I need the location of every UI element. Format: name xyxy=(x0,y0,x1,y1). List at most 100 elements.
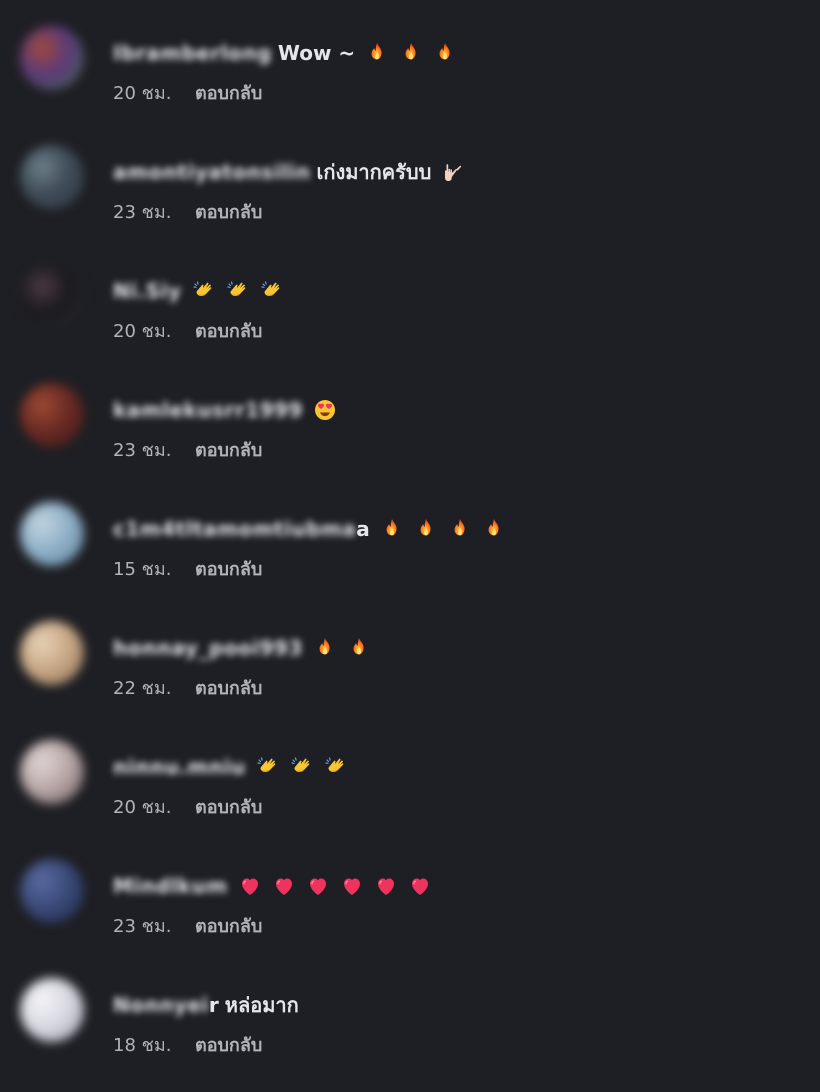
comment-timestamp[interactable]: 23 ชม. xyxy=(113,197,195,226)
heart-icon xyxy=(408,874,432,898)
comment-timestamp[interactable]: 18 ชม. xyxy=(113,1030,195,1059)
fire-icon xyxy=(365,41,389,65)
fire-icon xyxy=(414,517,438,541)
comment-username[interactable]: honnay_pooi993 xyxy=(113,636,303,660)
comment-emojis xyxy=(441,160,465,184)
comment-meta: 20 ชม. ตอบกลับ xyxy=(113,792,348,821)
comment-item: c1m4tltamomtiubma a 15 ชม. ตอบกลับ xyxy=(0,496,820,606)
comment-item: Ni.Siy 20 ชม. ตอบกลับ xyxy=(0,258,820,368)
avatar[interactable] xyxy=(20,740,84,804)
comment-meta: 23 ชม. ตอบกลับ xyxy=(113,435,337,464)
heart-eyes-icon xyxy=(313,398,337,422)
comment-username[interactable]: Ni.Siy xyxy=(113,279,182,303)
comment-timestamp[interactable]: 20 ชม. xyxy=(113,792,195,821)
comment-content: Ibramberlong Wow ~ 20 ชม. ตอบกลับ xyxy=(113,36,457,107)
comment-timestamp[interactable]: 15 ชม. xyxy=(113,554,195,583)
comment-meta: 23 ชม. ตอบกลับ xyxy=(113,197,465,226)
comment-username[interactable]: c1m4tltamomtiubma xyxy=(113,517,356,541)
avatar[interactable] xyxy=(20,502,84,566)
comment-username[interactable]: Ibramberlong xyxy=(113,41,272,65)
reply-button[interactable]: ตอบกลับ xyxy=(195,78,262,107)
clap-icon xyxy=(290,755,314,779)
avatar[interactable] xyxy=(20,621,84,685)
heart-icon xyxy=(306,874,330,898)
reply-button[interactable]: ตอบกลับ xyxy=(195,1030,262,1059)
comment-timestamp[interactable]: 23 ชม. xyxy=(113,435,195,464)
rock-hand-icon xyxy=(441,160,465,184)
fire-icon xyxy=(347,636,371,660)
comment-timestamp[interactable]: 22 ชม. xyxy=(113,673,195,702)
avatar[interactable] xyxy=(20,264,84,328)
clap-icon xyxy=(324,755,348,779)
avatar[interactable] xyxy=(20,26,84,90)
comment-content: honnay_pooi993 22 ชม. ตอบกลับ xyxy=(113,631,371,702)
comment-body: c1m4tltamomtiubma a xyxy=(113,512,506,546)
avatar[interactable] xyxy=(20,383,84,447)
reply-button[interactable]: ตอบกลับ xyxy=(195,792,262,821)
comment-content: Nonnyei r หล่อมาก 18 ชม. ตอบกลับ xyxy=(113,988,299,1059)
reply-button[interactable]: ตอบกลับ xyxy=(195,435,262,464)
comment-username-tail[interactable]: a xyxy=(356,517,370,541)
reply-button[interactable]: ตอบกลับ xyxy=(195,911,262,940)
avatar[interactable] xyxy=(20,145,84,209)
comment-emojis xyxy=(380,517,506,541)
comment-emojis xyxy=(365,41,457,65)
comment-meta: 20 ชม. ตอบกลับ xyxy=(113,316,284,345)
comment-text: หล่อมาก xyxy=(224,993,299,1017)
comment-body: Ni.Siy xyxy=(113,274,284,308)
comment-meta: 23 ชม. ตอบกลับ xyxy=(113,911,432,940)
comment-emojis xyxy=(192,279,284,303)
avatar[interactable] xyxy=(20,978,84,1042)
comment-item: kamlekusrr1999 23 ชม. ตอบกลับ xyxy=(0,377,820,487)
comment-body: honnay_pooi993 xyxy=(113,631,371,665)
heart-icon xyxy=(272,874,296,898)
comment-username[interactable]: Mindlkum xyxy=(113,874,228,898)
reply-button[interactable]: ตอบกลับ xyxy=(195,316,262,345)
clap-icon xyxy=(226,279,250,303)
comment-timestamp[interactable]: 20 ชม. xyxy=(113,316,195,345)
comment-emojis xyxy=(256,755,348,779)
fire-icon xyxy=(433,41,457,65)
comment-item: amontiyatonsilin เก่งมากครับบ 23 ชม. ตอบกลั… xyxy=(0,139,820,249)
clap-icon xyxy=(192,279,216,303)
fire-icon xyxy=(399,41,423,65)
comment-body: ninnu.mniu xyxy=(113,750,348,784)
comment-body: Nonnyei r หล่อมาก xyxy=(113,988,299,1022)
comment-content: Ni.Siy 20 ชม. ตอบกลับ xyxy=(113,274,284,345)
comment-item: ninnu.mniu 20 ชม. ตอบกลับ xyxy=(0,734,820,844)
comment-content: Mindlkum 23 ชม. ตอบกลับ xyxy=(113,869,432,940)
comment-list: Ibramberlong Wow ~20 ชม. ตอบกลับ amontiyato… xyxy=(0,0,820,1092)
comment-content: amontiyatonsilin เก่งมากครับบ 23 ชม. ตอบกลั… xyxy=(113,155,465,226)
comment-timestamp[interactable]: 23 ชม. xyxy=(113,911,195,940)
comment-timestamp[interactable]: 20 ชม. xyxy=(113,78,195,107)
comment-username[interactable]: Nonnyei xyxy=(113,993,209,1017)
heart-icon xyxy=(374,874,398,898)
comment-body: Mindlkum xyxy=(113,869,432,903)
comment-meta: 18 ชม. ตอบกลับ xyxy=(113,1030,299,1059)
fire-icon xyxy=(448,517,472,541)
reply-button[interactable]: ตอบกลับ xyxy=(195,554,262,583)
heart-icon xyxy=(238,874,262,898)
reply-button[interactable]: ตอบกลับ xyxy=(195,673,262,702)
avatar[interactable] xyxy=(20,859,84,923)
comment-item: honnay_pooi993 22 ชม. ตอบกลับ xyxy=(0,615,820,725)
reply-button[interactable]: ตอบกลับ xyxy=(195,197,262,226)
comment-text: Wow ~ xyxy=(277,41,356,65)
fire-icon xyxy=(313,636,337,660)
comment-meta: 15 ชม. ตอบกลับ xyxy=(113,554,506,583)
comment-username[interactable]: kamlekusrr1999 xyxy=(113,398,303,422)
comment-body: kamlekusrr1999 xyxy=(113,393,337,427)
clap-icon xyxy=(256,755,280,779)
heart-icon xyxy=(340,874,364,898)
comment-content: ninnu.mniu 20 ชม. ตอบกลับ xyxy=(113,750,348,821)
comment-item: Ibramberlong Wow ~ 20 ชม. ตอบกลับ xyxy=(0,20,820,130)
comment-meta: 20 ชม. ตอบกลับ xyxy=(113,78,457,107)
comment-emojis xyxy=(313,636,371,660)
comment-item: Nonnyei r หล่อมาก 18 ชม. ตอบกลับ xyxy=(0,972,820,1082)
comment-username[interactable]: amontiyatonsilin xyxy=(113,160,311,184)
comment-username[interactable]: ninnu.mniu xyxy=(113,755,246,779)
comment-username-tail[interactable]: r xyxy=(209,993,219,1017)
comment-body: Ibramberlong Wow ~ xyxy=(113,36,457,70)
comment-text: เก่งมากครับบ xyxy=(316,160,432,184)
comment-item: Mindlkum 23 ชม. ตอบกลับ xyxy=(0,853,820,963)
